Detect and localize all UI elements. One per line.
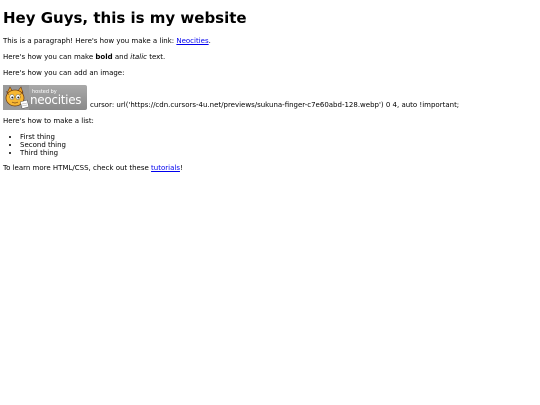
intro-text: This is a paragraph! Here's how you make… [3, 37, 177, 45]
tutorials-paragraph: To learn more HTML/CSS, check out these … [3, 164, 537, 173]
neocities-link[interactable]: Neocities [176, 37, 208, 45]
list-item: Second thing [20, 141, 537, 149]
page-title: Hey Guys, this is my website [3, 9, 247, 27]
tutorials-text-end: ! [179, 164, 183, 172]
image-intro-paragraph: Here's how you can add an image: [3, 69, 125, 77]
tutorials-link[interactable]: tutorials [151, 164, 180, 172]
list-intro-paragraph: Here's how to make a list: [3, 117, 94, 125]
intro-paragraph: This is a paragraph! Here's how you make… [3, 37, 537, 46]
formatting-text-middle: and [112, 53, 131, 61]
neocities-cat-logo-icon [3, 85, 29, 110]
bold-text: bold [95, 53, 113, 61]
list-item: Third thing [20, 149, 537, 157]
list-item: First thing [20, 133, 537, 141]
image-caption: cursor: url('https://cdn.cursors-4u.net/… [90, 101, 460, 109]
intro-text-end: . [208, 37, 211, 45]
italic-text: italic [130, 53, 147, 61]
hosted-by-neocities-badge: hosted by neocities [3, 85, 87, 110]
page-content: Hey Guys, this is my website This is a p… [0, 9, 540, 173]
image-row: hosted by neocities cursor: url('https:/… [3, 85, 537, 110]
badge-brand-label: neocities [30, 92, 82, 107]
badge-text: hosted by neocities [30, 89, 82, 107]
formatting-text-end: text. [146, 53, 166, 61]
formatting-text: Here's how you can make [3, 53, 96, 61]
example-list: First thing Second thing Third thing [3, 133, 537, 157]
tutorials-text: To learn more HTML/CSS, check out these [3, 164, 152, 172]
formatting-paragraph: Here's how you can make bold and italic … [3, 53, 537, 62]
